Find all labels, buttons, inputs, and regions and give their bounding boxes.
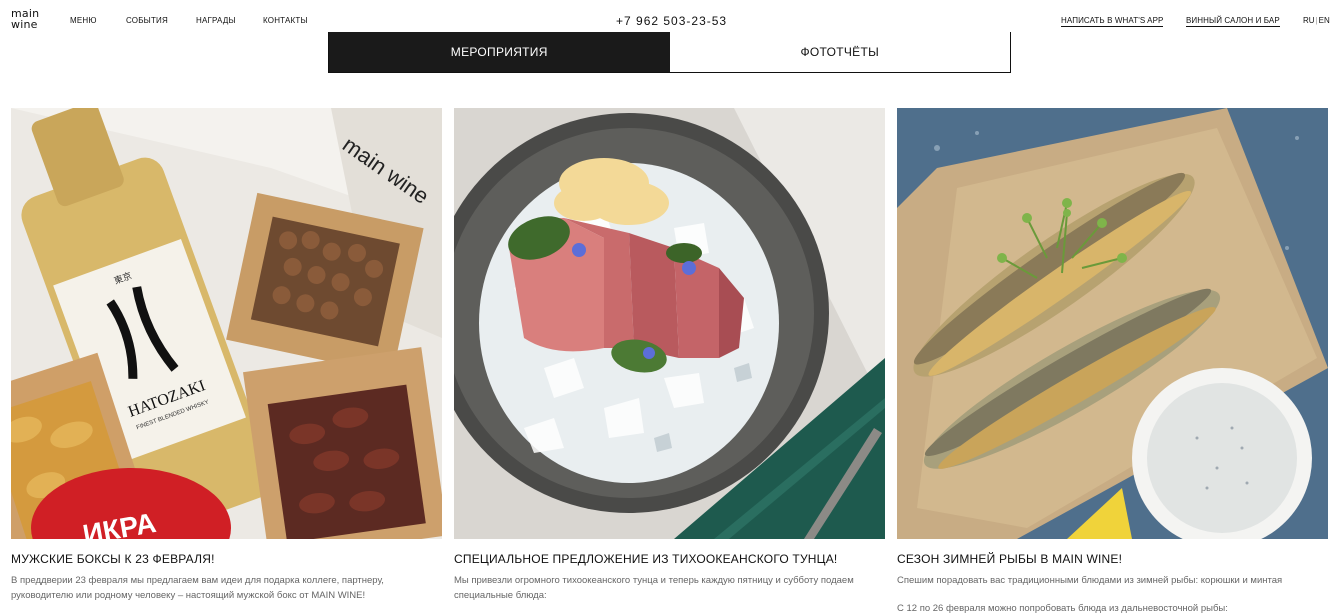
language-switcher: RU|EN	[1303, 16, 1330, 25]
event-description-2: С 12 по 26 февраля можно попробовать блю…	[897, 603, 1228, 614]
section-tabs: Мероприятия Фототчёты	[328, 32, 1011, 73]
lang-ru[interactable]: RU	[1303, 16, 1315, 25]
event-photo-winter-fish[interactable]	[897, 108, 1328, 539]
event-description: Мы привезли огромного тихоокеанского тун…	[454, 575, 854, 601]
lang-separator: |	[1315, 16, 1318, 25]
event-description: В преддверии 23 февраля мы предлагаем ва…	[11, 575, 384, 601]
lang-en[interactable]: EN	[1319, 16, 1330, 25]
tab-events[interactable]: Мероприятия	[329, 32, 670, 72]
gift-box-illustration: 東京 HATOZAKI FINEST BLENDED WHISKY ИКРА m…	[11, 108, 442, 539]
phone-number[interactable]: +7 962 503-23-53	[616, 14, 727, 28]
event-title[interactable]: Специальное предложение из тихоокеанског…	[454, 552, 885, 566]
nav-item-contacts[interactable]: контакты	[263, 16, 308, 25]
event-title[interactable]: Сезон зимней рыбы в MAIN WINE!	[897, 552, 1328, 566]
event-description: Спешим порадовать вас традиционными блюд…	[897, 575, 1283, 586]
event-photo-tuna[interactable]	[454, 108, 885, 539]
site-logo[interactable]: main wine	[11, 8, 39, 30]
event-title[interactable]: Мужские боксы к 23 февраля!	[11, 552, 442, 566]
nav-item-events[interactable]: события	[126, 16, 168, 25]
event-card-1[interactable]: 東京 HATOZAKI FINEST BLENDED WHISKY ИКРА m…	[11, 108, 442, 603]
winter-fish-illustration	[897, 108, 1328, 539]
event-card-2[interactable]: Специальное предложение из тихоокеанског…	[454, 108, 885, 603]
nav-item-awards[interactable]: награды	[196, 16, 236, 25]
event-card-3[interactable]: Сезон зимней рыбы в MAIN WINE! Спешим по…	[897, 108, 1328, 616]
event-photo-gift-box[interactable]: 東京 HATOZAKI FINEST BLENDED WHISKY ИКРА m…	[11, 108, 442, 539]
tuna-plate-illustration	[454, 108, 885, 539]
logo-line-2: wine	[11, 18, 38, 31]
wine-salon-link[interactable]: Винный салон и бар	[1186, 16, 1280, 27]
whatsapp-link[interactable]: Написать в What's App	[1061, 16, 1164, 27]
nav-item-menu[interactable]: меню	[70, 16, 97, 25]
tab-photo-reports[interactable]: Фототчёты	[669, 32, 1010, 72]
